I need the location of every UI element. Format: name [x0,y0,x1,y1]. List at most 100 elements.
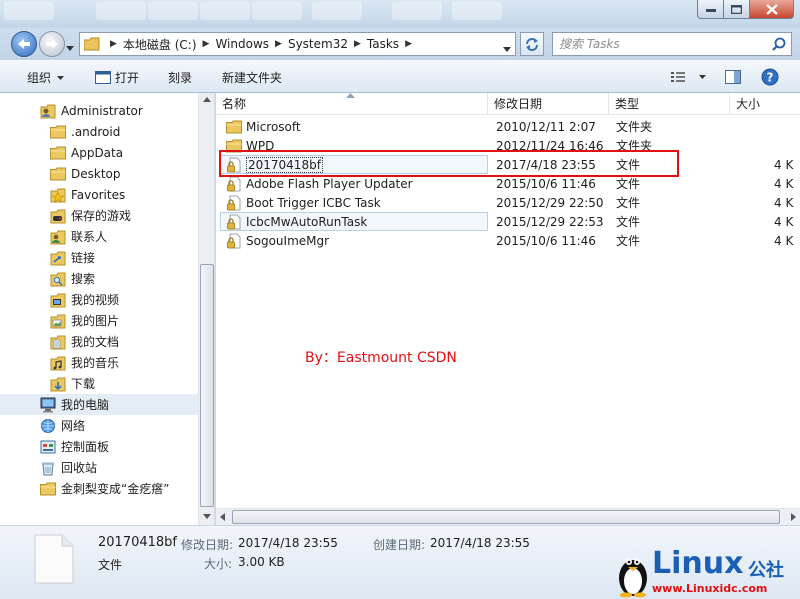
nav-item[interactable]: Favorites [0,184,198,205]
nav-item[interactable]: 联系人 [0,226,198,247]
nav-item[interactable]: 下载 [0,373,198,394]
sort-ascending-icon [346,93,355,98]
breadcrumb-tasks[interactable]: Tasks [367,37,399,51]
details-modified-label: 修改日期: [181,538,234,552]
nav-item-label: 链接 [71,251,96,265]
search-input[interactable] [553,33,763,55]
organize-button[interactable]: 组织 [27,69,65,86]
address-bar[interactable]: ▶ 本地磁盘 (C:) ▶ Windows ▶ System32 ▶ Tasks… [79,32,516,56]
logo-url: www.Linuxidc.com [652,582,768,595]
file-row[interactable]: SogouImeMgr 2015/10/6 11:46 文件 4 K [216,231,800,250]
preview-pane-button[interactable] [722,66,744,88]
close-button[interactable] [750,0,794,19]
file-row[interactable]: IcbcMwAutoRunTask 2015/12/29 22:53 文件 4 K [216,212,800,231]
breadcrumb-separator: ▶ [110,39,117,49]
breadcrumb-separator[interactable]: ▶ [354,39,361,49]
preview-pane-icon [725,70,741,84]
author-annotation: By：Eastmount CSDN [305,350,457,366]
nav-item[interactable]: 我的视频 [0,289,198,310]
nav-item[interactable]: 金刺梨变成“金疙瘩” [0,478,198,499]
scroll-down-icon[interactable] [203,514,211,519]
tux-penguin-icon [619,559,647,598]
organize-label: 组织 [27,71,52,85]
breadcrumb-windows[interactable]: Windows [215,37,269,51]
nav-item[interactable]: 回收站 [0,457,198,478]
search-box[interactable] [552,32,792,56]
nav-item[interactable]: 我的音乐 [0,352,198,373]
file-row[interactable]: Microsoft 2010/12/11 2:07 文件夹 [216,117,800,136]
nav-item[interactable]: 网络 [0,415,198,436]
blurred-title-fragment [4,2,54,20]
minimize-button[interactable] [697,0,724,19]
computer-icon [40,397,56,413]
scroll-up-icon[interactable] [203,97,211,102]
folder-icon [226,119,242,135]
burn-button[interactable]: 刻录 [168,69,192,86]
details-created-label: 创建日期: [373,538,426,552]
scrollbar-thumb[interactable] [232,510,780,524]
breadcrumb-local-disk[interactable]: 本地磁盘 (C:) [123,36,197,53]
folder-icon [50,124,66,140]
new-folder-button[interactable]: 新建文件夹 [222,69,282,86]
nav-item[interactable]: 搜索 [0,268,198,289]
scrollbar-thumb[interactable] [200,264,214,507]
open-button[interactable]: 打开 [95,69,139,86]
details-created-value: 2017/4/18 23:55 [430,536,530,550]
column-header-size[interactable]: 大小 [730,93,800,115]
column-header-modified[interactable]: 修改日期 [488,93,609,115]
music-folder-icon [50,355,66,371]
nav-vertical-scrollbar[interactable] [198,93,214,525]
file-row[interactable]: Boot Trigger ICBC Task 2015/12/29 22:50 文件… [216,193,800,212]
file-name-cell: IcbcMwAutoRunTask [226,212,367,231]
file-type: 文件 [616,234,641,248]
address-history-dropdown[interactable] [503,41,511,55]
nav-item[interactable]: .android [0,121,198,142]
column-header-type[interactable]: 类型 [609,93,730,115]
videos-folder-icon [50,292,66,308]
back-button[interactable] [11,31,37,57]
nav-item[interactable]: AppData [0,142,198,163]
nav-item[interactable]: 保存的游戏 [0,205,198,226]
nav-item[interactable]: Desktop [0,163,198,184]
folder-icon [50,166,66,182]
nav-item[interactable]: 我的电脑 [0,394,198,415]
breadcrumb-separator[interactable]: ▶ [405,39,412,49]
nav-item-label: 我的电脑 [61,398,110,412]
scroll-left-icon[interactable] [220,513,225,521]
network-icon [40,418,56,434]
breadcrumb-system32[interactable]: System32 [288,37,348,51]
locked-file-icon [226,176,242,192]
help-button[interactable]: ? [760,66,780,88]
file-name: IcbcMwAutoRunTask [246,214,368,229]
maximize-icon [731,4,742,14]
file-size: 4 K [774,176,794,191]
nav-item[interactable]: 控制面板 [0,436,198,457]
nav-item-label: 联系人 [71,230,108,244]
breadcrumb-separator[interactable]: ▶ [203,39,210,49]
file-modified-date: 2015/12/29 22:50 [496,195,604,210]
column-name-label: 名称 [222,97,247,111]
file-name: Microsoft [246,119,301,134]
logo-text: Linux [652,546,744,581]
file-size: 4 K [774,214,794,229]
nav-item[interactable]: 链接 [0,247,198,268]
refresh-button[interactable] [520,32,544,56]
contacts-folder-icon [50,229,66,245]
column-header-name[interactable]: 名称 [216,93,488,115]
recent-pages-dropdown[interactable] [66,40,74,54]
scroll-right-icon[interactable] [791,513,796,521]
file-horizontal-scrollbar[interactable] [216,508,800,525]
links-folder-icon [50,250,66,266]
breadcrumb-separator[interactable]: ▶ [275,39,282,49]
locked-file-icon [226,214,242,230]
view-options-button[interactable] [668,66,708,88]
maximize-button[interactable] [724,0,750,19]
nav-item[interactable]: 我的文档 [0,331,198,352]
file-size: 4 K [774,233,794,248]
nav-item[interactable]: 我的图片 [0,310,198,331]
new-folder-label: 新建文件夹 [222,71,283,85]
svg-text:?: ? [767,71,774,85]
nav-item[interactable]: Administrator [0,100,198,121]
forward-button[interactable] [39,31,65,57]
search-icon[interactable] [772,37,786,54]
